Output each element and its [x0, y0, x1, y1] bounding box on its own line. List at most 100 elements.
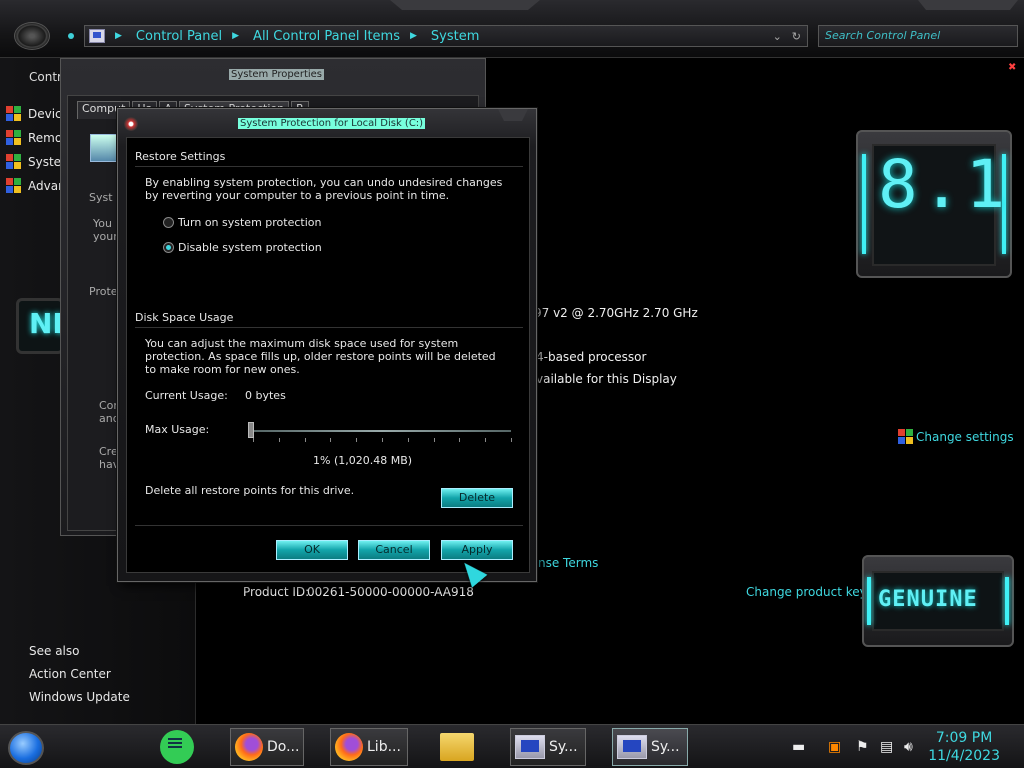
window-controls[interactable]: [918, 0, 1018, 10]
network-icon[interactable]: ▤: [880, 739, 893, 755]
breadcrumb-system[interactable]: ▶ System: [410, 29, 479, 44]
slider-tick: [511, 438, 512, 442]
badge-glow-left: [862, 154, 866, 254]
product-id-label: Product ID:: [243, 585, 310, 599]
ok-button[interactable]: OK: [276, 540, 348, 560]
action-center-link[interactable]: Action Center: [29, 667, 111, 681]
slider-tick: [279, 438, 280, 442]
disable-protection-radio[interactable]: Disable system protection: [163, 241, 322, 254]
restore-settings-description: By enabling system protection, you can u…: [145, 176, 503, 202]
address-controls: ⌄ ↻: [773, 30, 807, 43]
system-properties-title: System Properties: [229, 69, 325, 80]
shield-icon: [898, 429, 914, 445]
firefox-icon: [235, 733, 263, 761]
start-button[interactable]: [8, 731, 44, 765]
taskbar-item-system-1[interactable]: Sy...: [510, 728, 586, 766]
divider: [135, 166, 523, 167]
slider-tick: [253, 438, 254, 442]
search-input[interactable]: Search Control Panel: [818, 25, 1018, 47]
slider-tick: [356, 438, 357, 442]
taskbar-item-firefox-lib[interactable]: Lib...: [330, 728, 408, 766]
sidebar-item-remote-settings[interactable]: Remo: [6, 130, 62, 146]
chevron-right-icon: ▶: [232, 31, 240, 41]
license-terms-link[interactable]: nse Terms: [538, 556, 598, 570]
taskbar-item-system-2[interactable]: Sy...: [612, 728, 688, 766]
sidebar-item-device-manager[interactable]: Devic: [6, 106, 62, 122]
windows-version-badge: 8.1: [856, 130, 1012, 278]
dialog-body: Restore Settings By enabling system prot…: [126, 137, 530, 573]
product-id-value: 00261-50000-00000-AA918: [307, 585, 474, 599]
system-protection-icon: [124, 117, 138, 131]
clock-time: 7:09 PM: [935, 730, 993, 746]
windows-update-link[interactable]: Windows Update: [29, 690, 130, 704]
recent-pages-icon[interactable]: [68, 33, 74, 39]
turn-on-protection-radio[interactable]: Turn on system protection: [163, 216, 321, 229]
max-usage-label: Max Usage:: [145, 423, 210, 436]
show-hidden-icons-icon[interactable]: ▬: [792, 739, 805, 755]
address-bar[interactable]: ▶ Control Panel ▶ All Control Panel Items …: [84, 25, 808, 47]
computer-icon: [90, 134, 120, 162]
close-icon[interactable]: ✖: [1008, 62, 1016, 73]
apply-button[interactable]: Apply: [441, 540, 513, 560]
sp-text-fragment: Prote: [89, 285, 118, 298]
control-panel-home-link[interactable]: Contr: [29, 70, 62, 84]
tray-app-icon[interactable]: ▣: [828, 739, 841, 755]
taskbar-clock[interactable]: 7:09 PM 11/4/2023: [928, 729, 1000, 765]
task-label: Sy...: [549, 739, 578, 755]
version-number: 8.1: [878, 146, 1010, 223]
current-usage-value: 0 bytes: [245, 389, 286, 402]
sidebar-item-advanced-settings[interactable]: Advan: [6, 178, 66, 194]
change-settings-link[interactable]: Change settings: [898, 429, 1014, 445]
task-label: Sy...: [651, 739, 680, 755]
sp-text-fragment: your: [93, 230, 118, 243]
slider-tick: [330, 438, 331, 442]
refresh-icon[interactable]: ↻: [792, 30, 801, 43]
nl-emblem-logo: NL: [16, 298, 64, 354]
max-usage-slider-thumb[interactable]: [248, 422, 254, 438]
badge-glow-left: [867, 577, 871, 625]
chevron-down-icon[interactable]: ⌄: [773, 30, 782, 43]
control-panel-icon: [89, 29, 105, 43]
disk-space-heading: Disk Space Usage: [135, 311, 234, 324]
slider-tick: [408, 438, 409, 442]
flag-icon[interactable]: ⚑: [856, 739, 869, 755]
sidebar-item-label: Devic: [28, 107, 62, 121]
radio-button-icon: [163, 217, 174, 228]
delete-button[interactable]: Delete: [441, 488, 513, 508]
change-settings-label: Change settings: [916, 430, 1014, 444]
radio-label: Turn on system protection: [178, 216, 322, 229]
close-button[interactable]: [498, 109, 528, 121]
change-product-key-link[interactable]: Change product key: [746, 585, 867, 599]
breadcrumb-label: System: [430, 28, 480, 44]
window-titlebar: ▶ Control Panel ▶ All Control Panel Items …: [0, 0, 1024, 58]
notes-app-icon[interactable]: [160, 730, 194, 764]
system-type-value: 4-based processor: [536, 350, 647, 364]
system-protection-dialog[interactable]: System Protection for Local Disk (C:) Re…: [117, 108, 537, 582]
shield-icon: [6, 154, 22, 170]
taskbar-item-firefox-docs[interactable]: Do...: [230, 728, 304, 766]
slider-tick: [434, 438, 435, 442]
task-label: Lib...: [367, 739, 401, 755]
sidebar-item-system-protection[interactable]: Syster: [6, 154, 66, 170]
system-window-icon: [617, 735, 647, 759]
genuine-badge: GENUINE: [862, 555, 1014, 647]
breadcrumb-all-items[interactable]: ▶ All Control Panel Items: [232, 29, 400, 44]
file-explorer-icon[interactable]: [440, 733, 474, 761]
back-forward-icon[interactable]: [14, 22, 50, 50]
max-usage-slider-track[interactable]: [253, 430, 511, 432]
slider-tick: [459, 438, 460, 442]
max-usage-value: 1% (1,020.48 MB): [313, 454, 413, 467]
chevron-right-icon: ▶: [410, 31, 417, 41]
chevron-right-icon: ▶: [115, 31, 122, 41]
breadcrumb-control-panel[interactable]: ▶ Control Panel: [115, 29, 222, 44]
slider-tick: [382, 438, 383, 442]
pen-touch-value: vailable for this Display: [536, 372, 677, 386]
delete-restore-points-text: Delete all restore points for this drive…: [145, 484, 355, 497]
task-label: Do...: [267, 739, 300, 755]
speaker-icon[interactable]: 🔊︎: [904, 739, 913, 755]
slider-tick: [305, 438, 306, 442]
sidebar-item-label: Remo: [28, 131, 63, 145]
dialog-title: System Protection for Local Disk (C:): [238, 118, 426, 129]
slider-tick: [485, 438, 486, 442]
cancel-button[interactable]: Cancel: [358, 540, 430, 560]
